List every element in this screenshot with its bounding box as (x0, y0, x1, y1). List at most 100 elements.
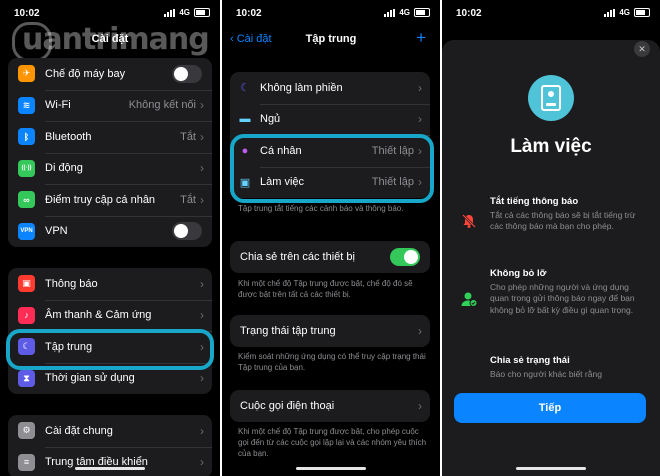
work-badge-icon (528, 75, 574, 121)
feature-heading: Tắt tiếng thông báo (490, 196, 579, 207)
modes-note: Tập trung tắt tiếng các cảnh báo và thôn… (238, 204, 404, 213)
moon-icon: ☾ (240, 82, 250, 95)
settings-panel: 10:02 4G uantrimang Cài đặt ✈ Chế độ máy … (0, 0, 220, 476)
page-title: Tập trung (305, 33, 357, 45)
chevron-right-icon: › (200, 276, 204, 291)
focus-status-label: Trạng thái tập trung (240, 324, 336, 337)
row-bed[interactable]: ▬ Ngủ › (230, 103, 430, 136)
signal-icon (164, 8, 176, 17)
feature-share-status: Chia sẻ trạng thái Báo cho người khác bi… (490, 355, 648, 380)
row-value: Tắt (180, 193, 196, 206)
row-control-center[interactable]: ≡ Trung tâm điều khiển › (8, 446, 212, 476)
row-value: Thiết lập (371, 176, 414, 189)
home-indicator (296, 467, 366, 470)
home-indicator (75, 467, 145, 470)
share-toggle[interactable] (390, 247, 420, 266)
row-vpn[interactable]: VPN VPN (8, 215, 212, 248)
work-focus-sheet-panel: 10:02 4G ✕ Làm việc Tắt tiếng thông báo … (442, 0, 660, 476)
row-label: Bluetooth (45, 130, 92, 143)
row-label: Làm việc (260, 176, 305, 189)
screen-time-icon: ⧗ (18, 369, 35, 387)
row-value: Thiết lập (371, 144, 414, 157)
chevron-right-icon: › (418, 143, 422, 158)
row-label: Di động (45, 162, 83, 175)
badge-icon: ▣ (239, 176, 251, 189)
row-moon[interactable]: ☾ Không làm phiền › (230, 72, 430, 104)
status-bar: 10:02 4G (0, 8, 220, 22)
status-time: 10:02 (236, 8, 262, 19)
row-screen-time[interactable]: ⧗ Thời gian sử dụng › (8, 362, 212, 395)
row-badge[interactable]: ▣ Làm việc Thiết lập › (230, 166, 430, 199)
toggle-switch[interactable] (172, 64, 202, 83)
chevron-right-icon: › (418, 398, 422, 413)
sheet-title: Làm việc (510, 136, 592, 157)
row-cellular[interactable]: ((·)) Di động › (8, 152, 212, 185)
home-indicator (516, 467, 586, 470)
row-value: Tắt (180, 130, 196, 143)
add-focus-button[interactable]: + (416, 28, 426, 48)
chevron-right-icon: › (418, 175, 422, 190)
calls-note: Khi một chế độ Tập trung được bật, cho p… (238, 427, 427, 458)
row-label: Chế độ máy bay (45, 67, 126, 80)
feature-heading: Chia sẻ trạng thái (490, 355, 570, 366)
row-label: Wi-Fi (45, 99, 71, 112)
phone-calls-row[interactable]: Cuộc gọi điện thoại › (230, 390, 430, 422)
close-button[interactable]: ✕ (634, 41, 650, 57)
share-label: Chia sẻ trên các thiết bị (240, 250, 355, 263)
cellular-icon: ((·)) (18, 159, 35, 177)
control-center-icon: ≡ (18, 453, 35, 471)
signal-icon (384, 8, 396, 17)
feature-dont-miss: Không bỏ lỡ Cho phép những người và ứng … (490, 268, 648, 316)
focus-moon-icon: ☾ (18, 338, 35, 356)
row-sound[interactable]: ♪ Âm thanh & Cảm ứng › (8, 299, 212, 332)
row-label: Âm thanh & Cảm ứng (45, 309, 152, 322)
bell-slash-icon (460, 212, 478, 230)
row-hotspot[interactable]: ∞ Điểm truy cập cá nhân Tắt › (8, 184, 212, 216)
wifi-icon: ≋ (18, 96, 35, 114)
network-label: 4G (619, 8, 630, 17)
row-label: Cá nhân (260, 144, 302, 157)
focus-panel: 10:02 4G ‹ Cài đặt Tập trung + ☾ Không là… (222, 0, 440, 476)
share-across-devices-row: Chia sẻ trên các thiết bị (230, 241, 430, 273)
battery-icon (634, 8, 650, 17)
next-button[interactable]: Tiếp (454, 393, 646, 423)
row-label: Tập trung (45, 340, 93, 353)
row-bluetooth[interactable]: ᛒ Bluetooth Tắt › (8, 121, 212, 153)
row-label: Không làm phiền (260, 81, 343, 94)
network-label: 4G (399, 8, 410, 17)
row-label: Ngủ (260, 113, 281, 126)
row-focus-moon[interactable]: ☾ Tập trung › (8, 331, 212, 363)
chevron-right-icon: › (200, 129, 204, 144)
toggle-switch[interactable] (172, 222, 202, 241)
notifications-group: ▣ Thông báo › ♪ Âm thanh & Cảm ứng › ☾ Tập trun… (8, 268, 212, 394)
person-icon: ● (241, 144, 249, 157)
row-general-gear[interactable]: ⚙ Cài đặt chung › (8, 415, 212, 447)
phone-calls-group: Cuộc gọi điện thoại › (230, 390, 430, 422)
network-label: 4G (179, 8, 190, 17)
row-wifi[interactable]: ≋ Wi-Fi Không kết nối › (8, 89, 212, 122)
close-icon: ✕ (638, 44, 646, 54)
connectivity-group: ✈ Chế độ máy bay ≋ Wi-Fi Không kết nối › ᛒ Blue… (8, 58, 212, 247)
row-notifications[interactable]: ▣ Thông báo › (8, 268, 212, 300)
battery-icon (194, 8, 210, 17)
chevron-right-icon: › (200, 371, 204, 386)
battery-icon (414, 8, 430, 17)
chevron-right-icon: › (418, 80, 422, 95)
general-gear-icon: ⚙ (18, 422, 35, 440)
notifications-icon: ▣ (18, 275, 35, 293)
focus-status-group: Trạng thái tập trung › (230, 315, 430, 347)
row-value: Không kết nối (128, 99, 196, 112)
row-label: Cài đặt chung (45, 424, 113, 437)
status-time: 10:02 (456, 8, 482, 19)
chevron-right-icon: › (200, 161, 204, 176)
share-group: Chia sẻ trên các thiết bị (230, 241, 430, 273)
feature-body: Báo cho người khác biết rằng (490, 368, 602, 379)
row-airplane[interactable]: ✈ Chế độ máy bay (8, 58, 212, 90)
phone-calls-label: Cuộc gọi điện thoại (240, 399, 335, 412)
chevron-right-icon: › (200, 339, 204, 354)
focus-status-row[interactable]: Trạng thái tập trung › (230, 315, 430, 347)
feature-body: Tắt cả các thông báo sẽ bị tắt tiếng trừ… (490, 209, 636, 232)
status-note: Kiểm soát những ứng dụng có thể truy cập… (238, 352, 426, 372)
row-person[interactable]: ● Cá nhân Thiết lập › (230, 135, 430, 167)
feature-silence: Tắt tiếng thông báo Tắt cả các thông báo… (490, 196, 648, 233)
